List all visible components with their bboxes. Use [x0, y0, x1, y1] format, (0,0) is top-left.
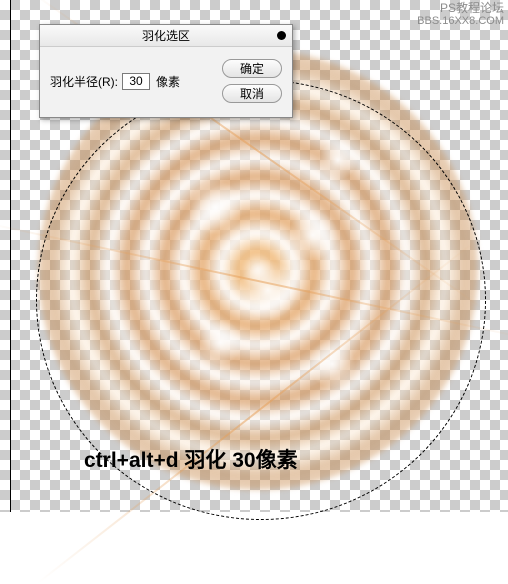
radius-input[interactable] — [122, 73, 150, 90]
cancel-button[interactable]: 取消 — [222, 84, 282, 103]
tutorial-caption: ctrl+alt+d 羽化 30像素 — [84, 444, 298, 474]
radius-unit: 像素 — [156, 73, 180, 90]
radius-label: 羽化半径(R): — [50, 73, 118, 90]
watermark-line2: BBS.16XX8.COM — [417, 15, 504, 28]
dialog-title: 羽化选区 — [142, 27, 190, 44]
dialog-body: 羽化半径(R): 像素 确定 取消 — [40, 47, 292, 117]
dialog-control-icon[interactable] — [277, 31, 286, 40]
watermark: PS教程论坛 BBS.16XX8.COM — [417, 1, 504, 29]
dialog-titlebar[interactable]: 羽化选区 — [40, 25, 292, 47]
ok-button[interactable]: 确定 — [222, 59, 282, 78]
feather-selection-dialog: 羽化选区 羽化半径(R): 像素 确定 取消 — [39, 24, 293, 118]
dialog-buttons: 确定 取消 — [222, 59, 282, 103]
radius-field-group: 羽化半径(R): 像素 — [50, 59, 180, 103]
watermark-line1: PS教程论坛 — [417, 1, 504, 15]
